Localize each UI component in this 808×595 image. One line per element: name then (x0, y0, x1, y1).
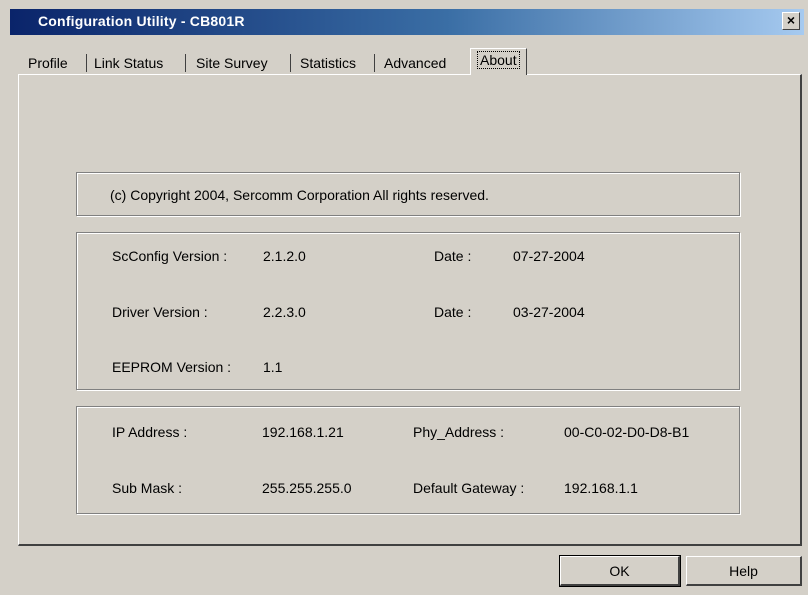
scconfig-date-value: 07-27-2004 (513, 248, 585, 264)
driver-date-value: 03-27-2004 (513, 304, 585, 320)
title-bar[interactable]: Configuration Utility - CB801R × (10, 9, 804, 35)
network-group (76, 406, 740, 514)
scconfig-version-label: ScConfig Version : (112, 248, 228, 264)
default-gateway-value: 192.168.1.1 (564, 480, 638, 496)
ip-address-label: IP Address : (112, 424, 188, 440)
eeprom-version-value: 1.1 (263, 359, 283, 375)
window-title: Configuration Utility - CB801R (38, 13, 245, 29)
close-button[interactable]: × (782, 12, 800, 30)
phy-address-label: Phy_Address : (413, 424, 505, 440)
driver-date-label: Date : (434, 304, 472, 320)
phy-address-value: 00-C0-02-D0-D8-B1 (564, 424, 690, 440)
tab-about-label: About (477, 51, 520, 69)
tab-statistics[interactable]: Statistics (294, 52, 362, 74)
scconfig-date-label: Date : (434, 248, 472, 264)
close-icon: × (786, 12, 796, 28)
help-button[interactable]: Help (686, 556, 802, 586)
driver-version-value: 2.2.3.0 (263, 304, 306, 320)
scconfig-version-value: 2.1.2.0 (263, 248, 306, 264)
tab-link-status[interactable]: Link Status (88, 52, 169, 74)
sub-mask-label: Sub Mask : (112, 480, 183, 496)
tab-separator (374, 54, 375, 72)
ok-button[interactable]: OK (559, 555, 681, 587)
driver-version-label: Driver Version : (112, 304, 208, 320)
ip-address-value: 192.168.1.21 (262, 424, 344, 440)
sub-mask-value: 255.255.255.0 (262, 480, 352, 496)
tab-about[interactable]: About (470, 48, 527, 75)
tab-site-survey[interactable]: Site Survey (190, 52, 274, 74)
tab-separator (185, 54, 186, 72)
default-gateway-label: Default Gateway : (413, 480, 525, 496)
tab-separator (290, 54, 291, 72)
copyright-text: (c) Copyright 2004, Sercomm Corporation … (110, 187, 489, 203)
eeprom-version-label: EEPROM Version : (112, 359, 232, 375)
tab-advanced[interactable]: Advanced (378, 52, 452, 74)
tab-separator (86, 54, 87, 72)
tab-profile[interactable]: Profile (22, 52, 74, 74)
